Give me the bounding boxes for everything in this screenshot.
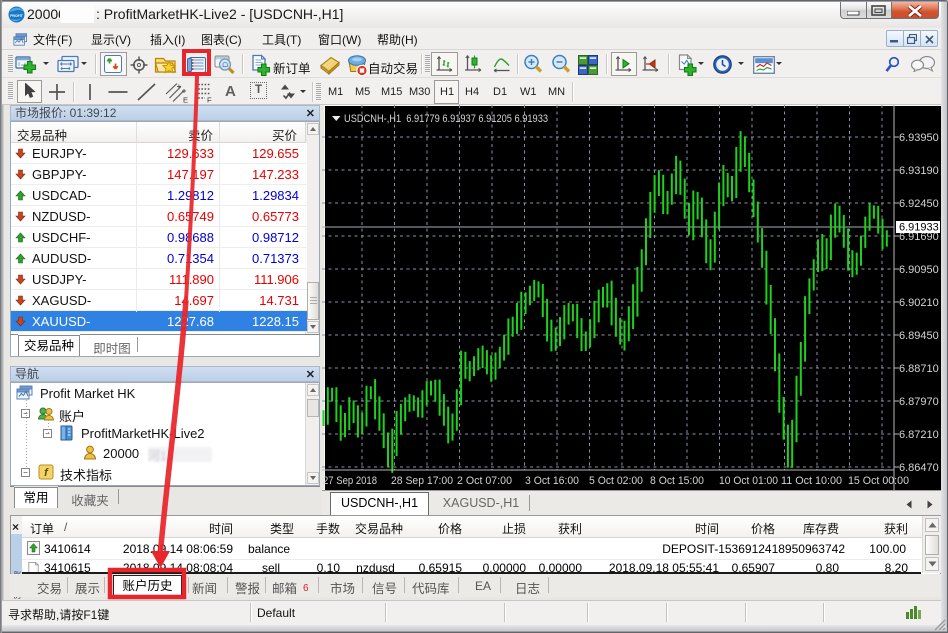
svg-text:11 Oct 10:00: 11 Oct 10:00 xyxy=(781,475,842,487)
svg-text:6.88710: 6.88710 xyxy=(899,363,939,375)
svg-text:6.89450: 6.89450 xyxy=(899,330,939,342)
svg-text:6.91933: 6.91933 xyxy=(899,222,939,234)
svg-text:15 Oct 00:00: 15 Oct 00:00 xyxy=(848,475,909,487)
svg-text:6.90210: 6.90210 xyxy=(899,297,939,309)
svg-text:2 Oct 07:00: 2 Oct 07:00 xyxy=(457,475,512,487)
svg-text:6.90950: 6.90950 xyxy=(899,264,939,276)
svg-text:6.93950: 6.93950 xyxy=(899,132,939,144)
svg-text:USDCNH-,H1 6.91779 6.91937 6.: USDCNH-,H1 6.91779 6.91937 6.91205 6.919… xyxy=(344,113,548,125)
svg-text:5 Oct 02:00: 5 Oct 02:00 xyxy=(589,475,643,487)
svg-text:10 Oct 01:00: 10 Oct 01:00 xyxy=(719,475,778,487)
svg-text:PROFIT: PROFIT xyxy=(10,14,23,18)
svg-text:27 Sep 2018: 27 Sep 2018 xyxy=(323,475,377,487)
svg-text:6.93190: 6.93190 xyxy=(899,165,939,177)
svg-text:3 Oct 16:00: 3 Oct 16:00 xyxy=(525,475,579,487)
svg-text:6.87970: 6.87970 xyxy=(899,396,939,408)
svg-text:6.92450: 6.92450 xyxy=(899,198,939,210)
svg-text:8 Oct 15:00: 8 Oct 15:00 xyxy=(650,475,704,487)
svg-text:6.87210: 6.87210 xyxy=(899,429,939,441)
svg-text:E: E xyxy=(183,96,188,104)
svg-text:28 Sep 17:00: 28 Sep 17:00 xyxy=(391,475,453,487)
svg-text:F: F xyxy=(207,96,212,104)
svg-text:6.86470: 6.86470 xyxy=(899,462,939,474)
